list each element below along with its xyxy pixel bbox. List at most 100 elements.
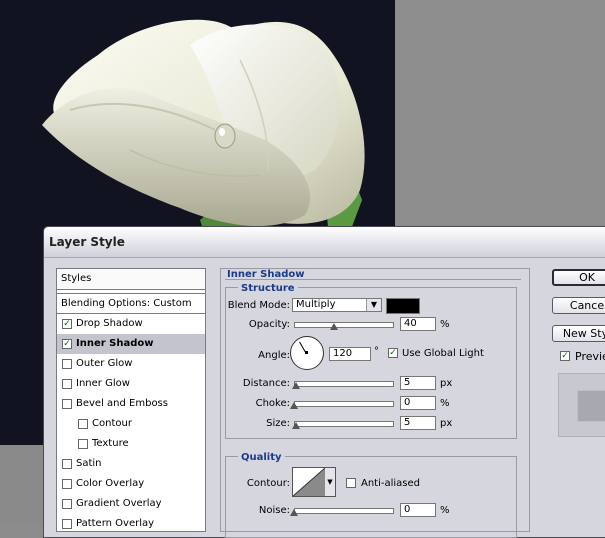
style-item-inner-shadow[interactable]: ✓ Inner Shadow xyxy=(57,334,205,354)
style-item-label: Inner Glow xyxy=(76,378,130,389)
checkmark-icon: ✓ xyxy=(561,351,569,361)
checkmark-icon: ✓ xyxy=(63,339,71,349)
quality-group: Quality Contour: ▼ Anti-aliased Noise: 0… xyxy=(225,452,517,538)
anti-aliased-label: Anti-aliased xyxy=(361,478,421,489)
style-item-label: Satin xyxy=(76,458,102,469)
style-item-checkbox[interactable] xyxy=(62,479,72,489)
anti-aliased-checkbox[interactable] xyxy=(346,478,356,488)
noise-field[interactable]: 0 xyxy=(400,503,436,517)
style-item-contour[interactable]: Contour xyxy=(57,414,205,434)
style-item-drop-shadow[interactable]: ✓ Drop Shadow xyxy=(57,314,205,334)
style-item-checkbox[interactable]: ✓ xyxy=(62,319,72,329)
style-item-pattern-overlay[interactable]: Pattern Overlay xyxy=(57,514,205,531)
structure-group: Structure Blend Mode: Multiply ▼ Opacity… xyxy=(225,283,517,439)
size-field[interactable]: 5 xyxy=(400,416,436,430)
style-item-label: Inner Shadow xyxy=(76,338,154,349)
quality-heading: Quality xyxy=(238,452,285,463)
angle-field[interactable]: 120 xyxy=(329,347,371,361)
opacity-slider[interactable] xyxy=(294,322,394,328)
angle-dial[interactable] xyxy=(290,336,324,370)
size-slider[interactable] xyxy=(294,421,394,427)
blend-mode-value: Multiply xyxy=(296,299,336,310)
style-item-checkbox[interactable] xyxy=(62,379,72,389)
choke-label: Choke: xyxy=(255,398,290,409)
size-label: Size: xyxy=(266,418,290,429)
style-item-checkbox[interactable] xyxy=(62,359,72,369)
workspace-background-bottom xyxy=(0,445,45,525)
style-item-color-overlay[interactable]: Color Overlay xyxy=(57,474,205,494)
style-item-satin[interactable]: Satin xyxy=(57,454,205,474)
style-item-label: Texture xyxy=(92,438,129,449)
opacity-field[interactable]: 40 xyxy=(400,317,436,331)
style-item-label: Pattern Overlay xyxy=(76,518,155,529)
style-item-label: Outer Glow xyxy=(76,358,133,369)
choke-slider-thumb[interactable] xyxy=(290,402,298,409)
style-item-checkbox[interactable] xyxy=(62,499,72,509)
inner-shadow-panel: Inner Shadow Structure Blend Mode: Multi… xyxy=(220,268,530,538)
heading-divider xyxy=(225,279,521,280)
layer-style-dialog[interactable]: Layer Style Styles Blending Options: Cus… xyxy=(43,226,605,538)
opacity-slider-thumb[interactable] xyxy=(330,323,338,330)
style-item-bevel-and-emboss[interactable]: Bevel and Emboss xyxy=(57,394,205,414)
noise-unit: % xyxy=(440,505,450,516)
distance-slider[interactable] xyxy=(294,381,394,387)
blending-options-item[interactable]: Blending Options: Custom xyxy=(57,293,205,314)
dialog-title: Layer Style xyxy=(49,235,125,249)
style-item-checkbox[interactable]: ✓ xyxy=(62,339,72,349)
distance-unit: px xyxy=(440,378,453,389)
style-item-checkbox[interactable] xyxy=(78,439,88,449)
size-unit: px xyxy=(440,418,453,429)
style-item-label: Bevel and Emboss xyxy=(76,398,168,409)
new-style-button[interactable]: New Styl xyxy=(552,325,605,342)
dialog-titlebar[interactable]: Layer Style xyxy=(44,227,605,258)
styles-header[interactable]: Styles xyxy=(57,269,205,290)
preview-label: Previe xyxy=(575,350,605,363)
contour-label: Contour: xyxy=(246,478,290,489)
choke-slider[interactable] xyxy=(294,401,394,407)
size-slider-thumb[interactable] xyxy=(292,422,300,429)
distance-slider-thumb[interactable] xyxy=(292,382,300,389)
style-item-checkbox[interactable] xyxy=(62,459,72,469)
angle-dial-center xyxy=(305,351,308,354)
choke-unit: % xyxy=(440,398,450,409)
cancel-button[interactable]: Cance xyxy=(552,297,605,314)
shadow-color-swatch[interactable] xyxy=(386,298,420,314)
contour-picker[interactable] xyxy=(292,467,326,497)
style-item-label: Contour xyxy=(92,418,132,429)
chevron-down-icon: ▼ xyxy=(366,299,381,311)
style-item-label: Drop Shadow xyxy=(76,318,143,329)
opacity-unit: % xyxy=(440,319,450,330)
distance-field[interactable]: 5 xyxy=(400,376,436,390)
choke-field[interactable]: 0 xyxy=(400,396,436,410)
distance-label: Distance: xyxy=(242,378,290,389)
style-item-checkbox[interactable] xyxy=(62,519,72,529)
noise-slider[interactable] xyxy=(294,508,394,514)
blend-mode-label: Blend Mode: xyxy=(227,300,290,311)
styles-list[interactable]: Styles Blending Options: Custom ✓ Drop Sh… xyxy=(56,268,206,532)
use-global-light-checkbox[interactable]: ✓ xyxy=(388,348,398,358)
contour-dropdown[interactable]: ▼ xyxy=(325,467,336,497)
workspace-background xyxy=(395,0,605,230)
style-item-outer-glow[interactable]: Outer Glow xyxy=(57,354,205,374)
preview-checkbox[interactable]: ✓ xyxy=(560,351,570,361)
style-item-checkbox[interactable] xyxy=(78,419,88,429)
angle-label: Angle: xyxy=(258,350,290,361)
style-preview-thumbnail xyxy=(558,373,605,437)
chevron-down-icon: ▼ xyxy=(327,478,333,486)
style-item-checkbox[interactable] xyxy=(62,399,72,409)
style-preview-swatch xyxy=(577,390,605,422)
linear-contour-icon xyxy=(293,468,325,496)
ok-button[interactable]: OK xyxy=(552,269,605,286)
structure-heading: Structure xyxy=(238,283,298,294)
style-item-label: Gradient Overlay xyxy=(76,498,162,509)
noise-slider-thumb[interactable] xyxy=(290,509,298,516)
checkmark-icon: ✓ xyxy=(389,348,397,358)
opacity-label: Opacity: xyxy=(248,319,290,330)
style-item-texture[interactable]: Texture xyxy=(57,434,205,454)
blend-mode-select[interactable]: Multiply ▼ xyxy=(292,298,382,312)
use-global-light-label: Use Global Light xyxy=(402,348,484,359)
style-item-inner-glow[interactable]: Inner Glow xyxy=(57,374,205,394)
angle-unit: ° xyxy=(374,346,379,357)
checkmark-icon: ✓ xyxy=(63,319,71,329)
style-item-gradient-overlay[interactable]: Gradient Overlay xyxy=(57,494,205,514)
